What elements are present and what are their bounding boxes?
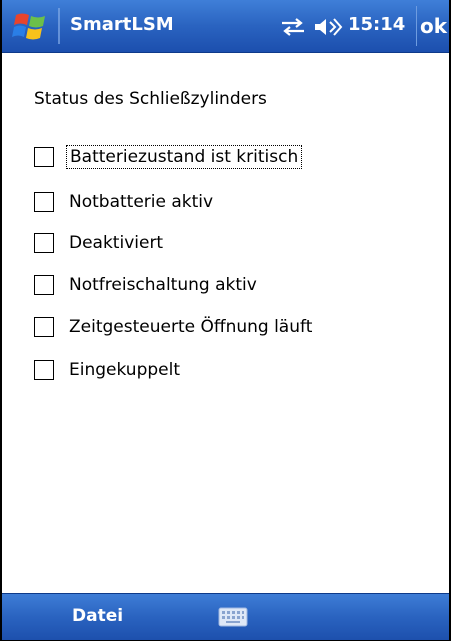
title-separator [58,8,60,44]
network-icon[interactable] [280,18,306,36]
title-bar: SmartLSM 15:14 ok [2,0,449,53]
option-deaktiviert[interactable]: Deaktiviert [34,230,166,256]
option-label[interactable]: Notfreischaltung aktiv [66,274,260,296]
option-label[interactable]: Notbatterie aktiv [66,191,216,213]
app-title: SmartLSM [70,14,174,35]
device-screen: SmartLSM 15:14 ok Status des Schließzyli… [0,0,451,641]
option-notbatterie[interactable]: Notbatterie aktiv [34,189,216,215]
checkbox[interactable] [34,275,54,295]
checkbox[interactable] [34,317,54,337]
menu-bar: Datei [2,593,449,640]
windows-logo-icon[interactable] [12,9,50,43]
option-label[interactable]: Zeitgesteuerte Öffnung läuft [66,316,315,338]
option-label[interactable]: Eingekuppelt [66,359,183,381]
option-batteriezustand[interactable]: Batteriezustand ist kritisch [34,144,303,170]
option-eingekuppelt[interactable]: Eingekuppelt [34,357,183,383]
datei-menu-button[interactable]: Datei [72,606,123,626]
checkbox[interactable] [34,233,54,253]
checkbox[interactable] [34,147,54,167]
option-label[interactable]: Deaktiviert [66,232,166,254]
checkbox[interactable] [34,192,54,212]
option-label[interactable]: Batteriezustand ist kritisch [66,145,303,169]
ok-button[interactable]: ok [416,6,450,46]
option-notfreischaltung[interactable]: Notfreischaltung aktiv [34,272,260,298]
page-heading: Status des Schließzylinders [34,89,267,109]
volume-icon[interactable] [313,16,343,38]
clock[interactable]: 15:14 [348,14,405,35]
keyboard-icon[interactable] [218,606,248,628]
checkbox[interactable] [34,360,54,380]
option-zeitgesteuert[interactable]: Zeitgesteuerte Öffnung läuft [34,314,315,340]
